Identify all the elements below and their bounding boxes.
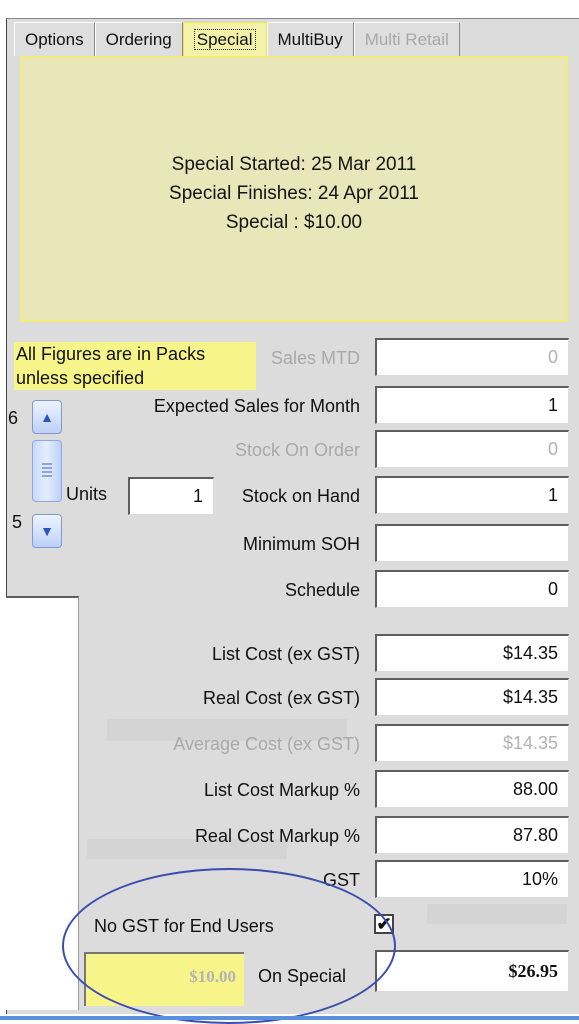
on-special-field[interactable]: $26.95 (375, 950, 569, 992)
special-price-field: $10.00 (84, 952, 244, 1006)
units-label: Units (66, 484, 108, 504)
list-markup-field[interactable]: 88.00 (375, 770, 569, 808)
window-bottom-edge (0, 1016, 579, 1020)
real-cost-label: Real Cost (ex GST) (202, 688, 360, 708)
chevron-up-icon: ▲ (40, 409, 54, 425)
special-info: Special Started: 25 Mar 2011 Special Fin… (22, 150, 566, 237)
stock-on-hand-label: Stock on Hand (241, 486, 360, 506)
schedule-label: Schedule (284, 580, 360, 600)
clipped-value-bottom: 5 (12, 512, 23, 532)
tab-multibuy-label: MultiBuy (277, 30, 343, 49)
tab-multibuy[interactable]: MultiBuy (266, 22, 354, 56)
special-finishes: Special Finishes: 24 Apr 2011 (169, 183, 419, 204)
tab-ordering[interactable]: Ordering (94, 22, 183, 56)
no-gst-checkbox[interactable]: ✔ (374, 914, 394, 934)
tab-ordering-label: Ordering (105, 30, 172, 49)
list-scrollbar[interactable]: ▲ ▼ (32, 400, 62, 548)
special-started: Special Started: 25 Mar 2011 (171, 154, 417, 175)
tab-multi-retail: Multi Retail (353, 22, 460, 56)
stock-on-order-label: Stock On Order (234, 440, 360, 460)
average-cost-label: Average Cost (ex GST) (173, 734, 360, 754)
chevron-down-icon: ▼ (40, 523, 54, 539)
list-cost-field[interactable]: $14.35 (375, 634, 569, 672)
real-markup-field[interactable]: 87.80 (375, 816, 569, 854)
sales-mtd-label: Sales MTD (270, 348, 360, 368)
scroll-down-button[interactable]: ▼ (32, 514, 62, 548)
on-special-label: On Special (258, 966, 347, 986)
sales-mtd-field: 0 (375, 338, 569, 376)
real-markup-label: Real Cost Markup % (194, 826, 360, 846)
tab-options[interactable]: Options (14, 22, 95, 56)
tab-special[interactable]: Special (182, 22, 267, 56)
units-input[interactable]: 1 (128, 477, 214, 515)
scroll-thumb[interactable] (32, 440, 62, 502)
stock-on-hand-field[interactable]: 1 (375, 476, 569, 514)
minimum-soh-label: Minimum SOH (242, 534, 360, 554)
grip-icon (42, 463, 52, 477)
product-list-panel[interactable] (6, 596, 79, 1010)
gst-label: GST (322, 870, 360, 890)
tab-multi-retail-label: Multi Retail (364, 30, 449, 49)
expected-sales-field[interactable]: 1 (375, 386, 569, 424)
tab-options-label: Options (25, 30, 84, 49)
scroll-up-button[interactable]: ▲ (32, 400, 62, 434)
expected-sales-label: Expected Sales for Month (153, 396, 360, 416)
minimum-soh-field[interactable] (375, 524, 569, 562)
gst-field[interactable]: 10% (375, 860, 569, 898)
special-price-text: Special : $10.00 (225, 212, 363, 233)
average-cost-field: $14.35 (375, 724, 569, 762)
no-gst-label: No GST for End Users (94, 916, 274, 936)
schedule-field[interactable]: 0 (375, 570, 569, 608)
tab-special-label: Special (193, 29, 256, 50)
clipped-value-top: 6 (8, 408, 19, 428)
tab-bar: Options Ordering Special MultiBuy Multi … (14, 22, 460, 56)
list-cost-label: List Cost (ex GST) (211, 644, 360, 664)
special-panel: Special Started: 25 Mar 2011 Special Fin… (20, 56, 568, 322)
real-cost-field[interactable]: $14.35 (375, 678, 569, 716)
list-markup-label: List Cost Markup % (203, 780, 360, 800)
stock-on-order-field: 0 (375, 430, 569, 468)
figures-note: All Figures are in Packs unless specifie… (14, 342, 256, 390)
